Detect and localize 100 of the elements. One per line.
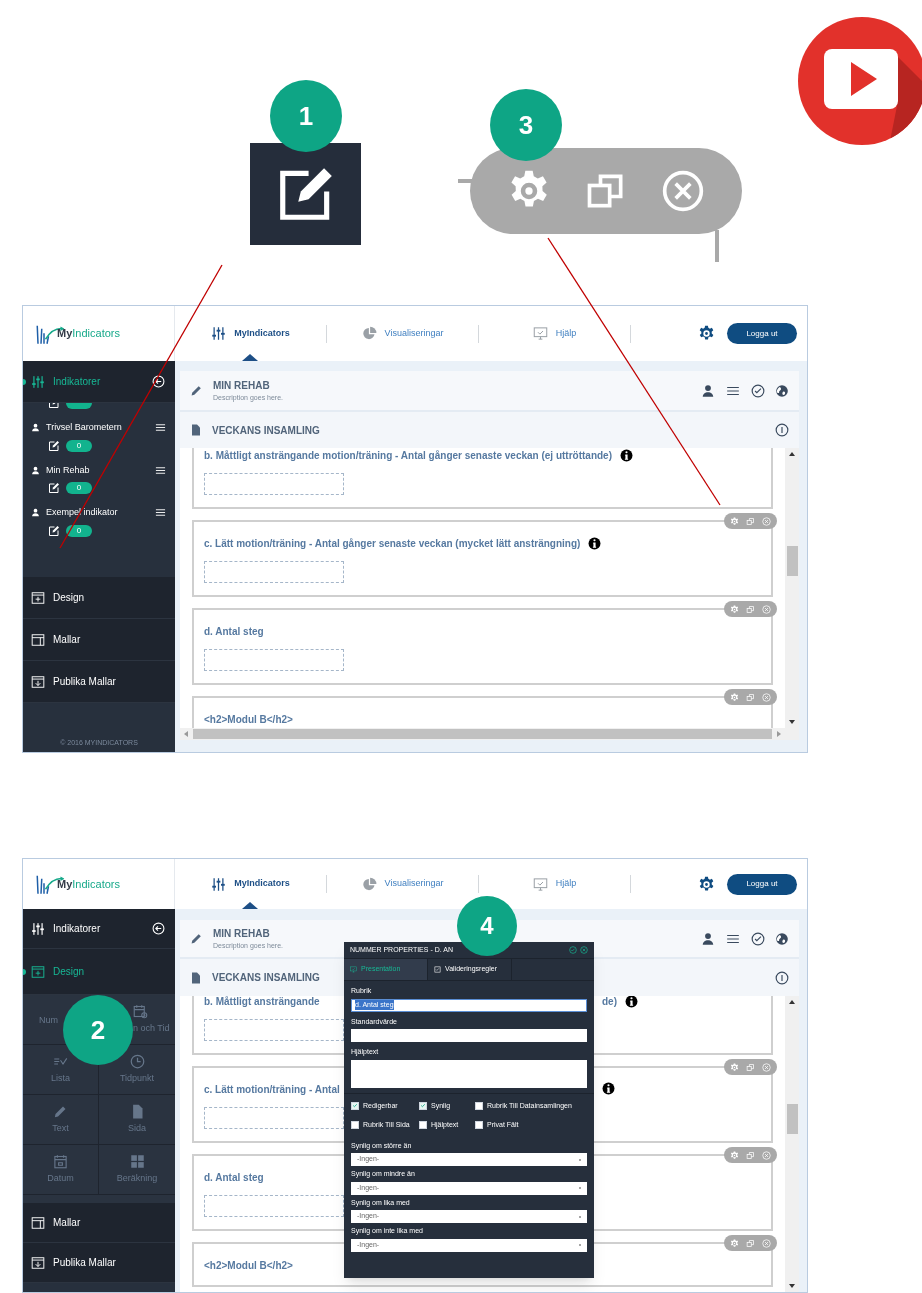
vertical-scrollbar[interactable]: [785, 996, 799, 1292]
question-label: b. Måttligt ansträngande: [204, 996, 320, 1009]
user-icon[interactable]: [701, 931, 715, 946]
monitor-icon: [532, 326, 548, 341]
info-icon[interactable]: [775, 423, 789, 437]
question-label: b. Måttligt ansträngande motion/träning - Antal gånger senaste veckan (ej uttröttande): [204, 449, 612, 463]
scrollbar-thumb[interactable]: [786, 546, 798, 576]
question-label: <h2>Modul B</h2>: [204, 1259, 293, 1273]
pie-chart-icon: [361, 326, 377, 341]
sidebar-item[interactable]: Design: [23, 949, 175, 995]
monitor-icon: [532, 876, 548, 892]
info-icon[interactable]: [775, 970, 789, 985]
window-download-icon: [31, 674, 45, 689]
document-icon: [190, 423, 202, 437]
logout-button[interactable]: Logga ut: [727, 323, 797, 344]
edit-icon[interactable]: [48, 482, 60, 494]
scroll-down-icon[interactable]: [789, 720, 795, 724]
scroll-up-icon[interactable]: [789, 452, 795, 456]
count-badge: 0: [66, 482, 92, 494]
play-button-icon[interactable]: [797, 16, 922, 146]
menu-icon[interactable]: [154, 422, 167, 434]
sliders-icon: [31, 374, 45, 389]
step-badge: 3: [490, 89, 562, 161]
globe-icon[interactable]: [775, 383, 789, 398]
scroll-up-icon[interactable]: [789, 1000, 795, 1004]
sidebar-item[interactable]: Mallar: [23, 1203, 175, 1243]
close-icon[interactable]: [580, 946, 588, 954]
sidebar-item[interactable]: Indikatorer: [23, 361, 175, 403]
sidebar-item[interactable]: Mallar: [23, 619, 175, 661]
scrollbar-thumb[interactable]: [786, 1104, 798, 1134]
sidebar-item[interactable]: Publika Mallar: [23, 661, 175, 703]
grid-icon: [129, 1153, 145, 1169]
info-icon[interactable]: [625, 996, 638, 1008]
user-icon[interactable]: [701, 383, 715, 398]
menu-icon[interactable]: [154, 507, 167, 519]
settings-icon[interactable]: [698, 325, 715, 342]
checkbox[interactable]: [419, 1101, 427, 1110]
section-title: VECKANS INSAMLING: [212, 423, 320, 438]
checkbox[interactable]: [475, 1101, 483, 1110]
indicator-name[interactable]: Exempel indikator: [46, 506, 118, 520]
checkbox-icon: [434, 966, 441, 973]
horizontal-scrollbar[interactable]: [180, 728, 799, 740]
info-icon[interactable]: [602, 1082, 615, 1095]
input-field[interactable]: [204, 649, 344, 671]
checkbox[interactable]: [351, 1121, 359, 1130]
text-area[interactable]: [351, 1059, 587, 1088]
question-label: <h2>Modul B</h2>: [204, 713, 293, 727]
question-label: d. Antal steg: [204, 625, 264, 639]
pie-chart-icon: [361, 876, 377, 892]
pencil-icon[interactable]: [190, 384, 203, 397]
calendar-clock-icon: [133, 1003, 148, 1019]
form-title: MIN REHAB: [213, 926, 271, 941]
checkbox[interactable]: [419, 1121, 427, 1130]
globe-icon[interactable]: [775, 931, 789, 946]
input-field[interactable]: [204, 473, 344, 495]
scrollbar-thumb[interactable]: [193, 729, 772, 739]
nav-tab[interactable]: Visualiseringar: [358, 859, 447, 909]
text-field[interactable]: [351, 1029, 587, 1042]
window-icon: [31, 632, 45, 647]
pencil-icon[interactable]: [190, 932, 203, 945]
calendar-icon: [53, 1153, 68, 1169]
check-circle-icon[interactable]: [569, 946, 577, 954]
check-circle-icon[interactable]: [751, 931, 765, 946]
nav-tab[interactable]: Hjälp: [529, 306, 580, 361]
document-icon: [190, 970, 202, 985]
window-download-icon: [31, 1255, 45, 1270]
question-label: c. Lätt motion/träning - Antal: [204, 1083, 340, 1097]
question-label: c. Lätt motion/träning - Antal gånger senaste veckan (mycket lätt ansträngning): [204, 537, 581, 551]
checkbox[interactable]: [351, 1101, 359, 1110]
check-circle-icon[interactable]: [751, 383, 765, 398]
logout-button[interactable]: Logga ut: [727, 873, 797, 895]
section-title: VECKANS INSAMLING: [212, 971, 320, 985]
sidebar-item[interactable]: Indikatorer: [23, 909, 175, 949]
edit-icon[interactable]: [48, 524, 60, 537]
checkbox[interactable]: [475, 1121, 483, 1130]
back-arrow-icon[interactable]: [152, 922, 165, 935]
count-badge: 0: [66, 439, 92, 452]
indicator-name[interactable]: Trivsel Barometern: [46, 421, 122, 435]
sliders-icon: [31, 921, 45, 936]
question-label: de): [602, 996, 617, 1009]
sidebar-item[interactable]: Publika Mallar: [23, 1243, 175, 1283]
sliders-icon: [211, 876, 227, 892]
indicator-name[interactable]: Min Rehab: [46, 463, 90, 477]
input-field[interactable]: [204, 561, 344, 583]
settings-icon[interactable]: [698, 875, 715, 893]
vertical-scrollbar[interactable]: [785, 448, 799, 728]
clock-icon: [129, 1053, 145, 1069]
menu-icon[interactable]: [154, 464, 167, 476]
edit-icon[interactable]: [48, 439, 60, 452]
window-plus-icon: [31, 964, 45, 979]
nav-tab[interactable]: Visualiseringar: [358, 306, 447, 361]
sidebar-item[interactable]: Design: [23, 577, 175, 619]
count-badge: 0: [66, 524, 92, 537]
user-icon: [31, 508, 40, 518]
info-icon[interactable]: [588, 537, 602, 550]
user-icon: [31, 465, 40, 475]
info-icon[interactable]: [620, 449, 633, 462]
back-arrow-icon[interactable]: [152, 375, 165, 388]
nav-tab[interactable]: Hjälp: [529, 859, 580, 909]
scroll-down-icon[interactable]: [789, 1284, 795, 1288]
